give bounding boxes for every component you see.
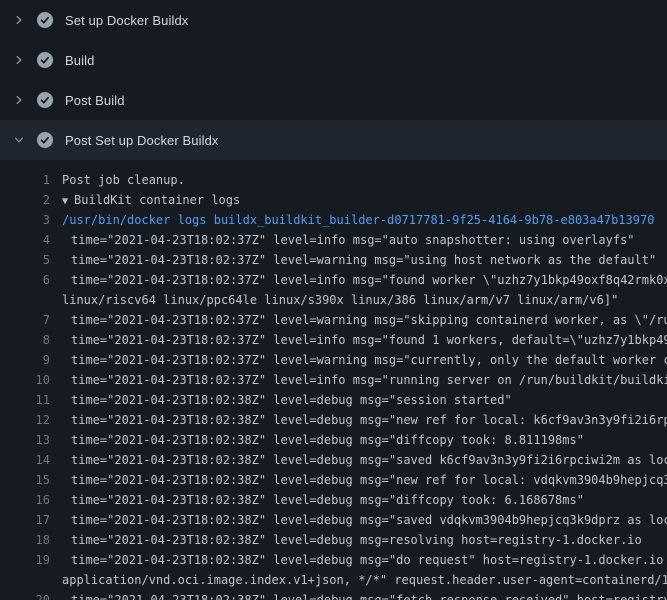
line-text: /usr/bin/docker logs buildx_buildkit_bui… bbox=[50, 210, 654, 230]
log-line: 1Post job cleanup. bbox=[0, 170, 667, 190]
line-number[interactable]: 13 bbox=[0, 430, 50, 450]
line-text: application/vnd.oci.image.index.v1+json,… bbox=[50, 570, 667, 590]
line-number[interactable]: 5 bbox=[0, 250, 50, 270]
line-number[interactable]: 12 bbox=[0, 410, 50, 430]
chevron-right-icon bbox=[12, 53, 26, 67]
workflow-log-viewer: Set up Docker Buildx Build Post Build bbox=[0, 0, 667, 600]
log-line: 12time="2021-04-23T18:02:38Z" level=debu… bbox=[0, 410, 667, 430]
log-line-continuation: application/vnd.oci.image.index.v1+json,… bbox=[0, 570, 667, 590]
step-row-build[interactable]: Build bbox=[0, 40, 667, 80]
log-line: 4time="2021-04-23T18:02:37Z" level=info … bbox=[0, 230, 667, 250]
step-label: Post Build bbox=[65, 93, 125, 108]
step-row-set-up-docker-buildx[interactable]: Set up Docker Buildx bbox=[0, 0, 667, 40]
chevron-down-icon bbox=[12, 133, 26, 147]
line-number[interactable]: 1 bbox=[0, 170, 50, 190]
log-line: 18time="2021-04-23T18:02:38Z" level=debu… bbox=[0, 530, 667, 550]
line-number[interactable]: 10 bbox=[0, 370, 50, 390]
line-text: time="2021-04-23T18:02:37Z" level=warnin… bbox=[50, 310, 667, 330]
step-label: Set up Docker Buildx bbox=[65, 13, 188, 28]
check-circle-icon bbox=[37, 92, 53, 108]
line-text: time="2021-04-23T18:02:38Z" level=debug … bbox=[50, 550, 667, 570]
log-line: 13time="2021-04-23T18:02:38Z" level=debu… bbox=[0, 430, 667, 450]
line-text: time="2021-04-23T18:02:38Z" level=debug … bbox=[50, 390, 512, 410]
log-line: 6time="2021-04-23T18:02:37Z" level=info … bbox=[0, 270, 667, 290]
line-number[interactable]: 8 bbox=[0, 330, 50, 350]
log-line: 15time="2021-04-23T18:02:38Z" level=debu… bbox=[0, 470, 667, 490]
log-line: 16time="2021-04-23T18:02:38Z" level=debu… bbox=[0, 490, 667, 510]
line-text: time="2021-04-23T18:02:38Z" level=debug … bbox=[50, 590, 667, 600]
line-text: time="2021-04-23T18:02:37Z" level=info m… bbox=[50, 330, 667, 350]
check-circle-icon bbox=[37, 132, 53, 148]
line-text: time="2021-04-23T18:02:38Z" level=debug … bbox=[50, 450, 667, 470]
line-text: time="2021-04-23T18:02:37Z" level=info m… bbox=[50, 230, 635, 250]
step-row-post-set-up-docker-buildx[interactable]: Post Set up Docker Buildx bbox=[0, 120, 667, 160]
log-line: 5time="2021-04-23T18:02:37Z" level=warni… bbox=[0, 250, 667, 270]
line-text: Post job cleanup. bbox=[50, 170, 185, 190]
log-line: 9time="2021-04-23T18:02:37Z" level=warni… bbox=[0, 350, 667, 370]
line-text: time="2021-04-23T18:02:38Z" level=debug … bbox=[50, 490, 584, 510]
chevron-right-icon bbox=[12, 93, 26, 107]
log-line: 7time="2021-04-23T18:02:37Z" level=warni… bbox=[0, 310, 667, 330]
log-line: 20time="2021-04-23T18:02:38Z" level=debu… bbox=[0, 590, 667, 600]
line-number[interactable]: 19 bbox=[0, 550, 50, 570]
log-line-continuation: linux/riscv64 linux/ppc64le linux/s390x … bbox=[0, 290, 667, 310]
line-text: time="2021-04-23T18:02:38Z" level=debug … bbox=[50, 470, 667, 490]
line-number[interactable]: 6 bbox=[0, 270, 50, 290]
line-number[interactable]: 2 bbox=[0, 190, 50, 210]
line-text: time="2021-04-23T18:02:37Z" level=warnin… bbox=[50, 350, 667, 370]
line-text: time="2021-04-23T18:02:37Z" level=info m… bbox=[50, 370, 667, 390]
triangle-down-icon: ▼ bbox=[62, 196, 74, 207]
log-line: 19time="2021-04-23T18:02:38Z" level=debu… bbox=[0, 550, 667, 570]
chevron-right-icon bbox=[12, 13, 26, 27]
line-number[interactable]: 11 bbox=[0, 390, 50, 410]
log-line: 10time="2021-04-23T18:02:37Z" level=info… bbox=[0, 370, 667, 390]
log-group-header-line: 2▼ BuildKit container logs bbox=[0, 190, 667, 210]
log-lines: 1Post job cleanup.2▼ BuildKit container … bbox=[0, 160, 667, 600]
line-number[interactable]: 7 bbox=[0, 310, 50, 330]
line-text: time="2021-04-23T18:02:37Z" level=info m… bbox=[50, 270, 667, 290]
line-text: time="2021-04-23T18:02:38Z" level=debug … bbox=[50, 530, 642, 550]
log-line-command: 3/usr/bin/docker logs buildx_buildkit_bu… bbox=[0, 210, 667, 230]
line-text: linux/riscv64 linux/ppc64le linux/s390x … bbox=[50, 290, 618, 310]
log-line: 8time="2021-04-23T18:02:37Z" level=info … bbox=[0, 330, 667, 350]
line-number[interactable]: 16 bbox=[0, 490, 50, 510]
steps-list: Set up Docker Buildx Build Post Build bbox=[0, 0, 667, 160]
line-number[interactable]: 17 bbox=[0, 510, 50, 530]
line-number bbox=[0, 290, 50, 310]
line-text: time="2021-04-23T18:02:37Z" level=warnin… bbox=[50, 250, 656, 270]
line-number[interactable]: 20 bbox=[0, 590, 50, 600]
line-number[interactable]: 14 bbox=[0, 450, 50, 470]
line-number bbox=[0, 570, 50, 590]
step-label: Post Set up Docker Buildx bbox=[65, 133, 219, 148]
log-line: 11time="2021-04-23T18:02:38Z" level=debu… bbox=[0, 390, 667, 410]
line-text: time="2021-04-23T18:02:38Z" level=debug … bbox=[50, 510, 667, 530]
log-line: 14time="2021-04-23T18:02:38Z" level=debu… bbox=[0, 450, 667, 470]
line-number[interactable]: 3 bbox=[0, 210, 50, 230]
check-circle-icon bbox=[37, 52, 53, 68]
line-number[interactable]: 4 bbox=[0, 230, 50, 250]
step-label: Build bbox=[65, 53, 94, 68]
group-title: BuildKit container logs bbox=[74, 193, 240, 207]
line-number[interactable]: 15 bbox=[0, 470, 50, 490]
step-row-post-build[interactable]: Post Build bbox=[0, 80, 667, 120]
log-line: 17time="2021-04-23T18:02:38Z" level=debu… bbox=[0, 510, 667, 530]
line-number[interactable]: 18 bbox=[0, 530, 50, 550]
line-text[interactable]: ▼ BuildKit container logs bbox=[50, 190, 240, 210]
line-number[interactable]: 9 bbox=[0, 350, 50, 370]
line-text: time="2021-04-23T18:02:38Z" level=debug … bbox=[50, 430, 584, 450]
line-text: time="2021-04-23T18:02:38Z" level=debug … bbox=[50, 410, 667, 430]
check-circle-icon bbox=[37, 12, 53, 28]
